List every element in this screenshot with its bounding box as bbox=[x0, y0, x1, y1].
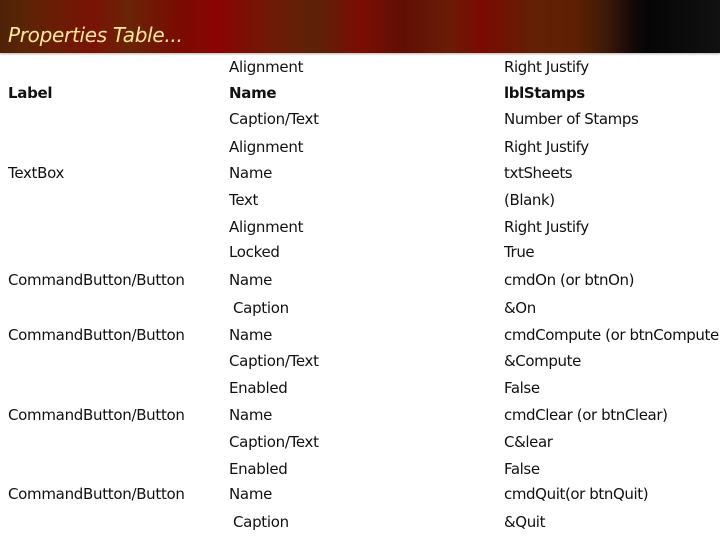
control-cell: TextBox bbox=[8, 164, 65, 182]
table-row: CommandButton/Button Name cmdOn (or btnO… bbox=[0, 268, 720, 292]
control-cell: CommandButton/Button bbox=[8, 326, 185, 344]
property-cell: Alignment bbox=[229, 138, 304, 156]
setting-cell: &Compute bbox=[504, 352, 581, 370]
setting-cell: (Blank) bbox=[504, 191, 555, 209]
setting-cell: &On bbox=[504, 299, 536, 317]
table-row: Caption/Text Number of Stamps bbox=[0, 107, 720, 131]
table-row: Alignment Right Justify bbox=[0, 135, 720, 159]
setting-cell: Right Justify bbox=[504, 58, 589, 76]
table-row: Caption &Quit bbox=[0, 510, 720, 534]
table-row: Caption/Text C&lear bbox=[0, 430, 720, 454]
table-row: Caption &On bbox=[0, 296, 720, 320]
table-row: Locked True bbox=[0, 240, 720, 264]
property-cell: Name bbox=[229, 164, 273, 182]
setting-cell: cmdQuit(or btnQuit) bbox=[504, 485, 649, 503]
table-row: Label Name lblStamps bbox=[0, 81, 720, 105]
property-cell: Alignment bbox=[229, 58, 304, 76]
property-cell: Enabled bbox=[229, 460, 288, 478]
setting-cell: False bbox=[504, 379, 540, 397]
setting-cell: True bbox=[504, 243, 535, 261]
table-row: CommandButton/Button Name cmdCompute (or… bbox=[0, 323, 720, 347]
table-row: Text (Blank) bbox=[0, 188, 720, 212]
property-cell: Caption/Text bbox=[229, 110, 319, 128]
table-row: Caption/Text &Compute bbox=[0, 349, 720, 373]
setting-cell: Right Justify bbox=[504, 218, 589, 236]
table-row: TextBox Name txtSheets bbox=[0, 161, 720, 185]
setting-cell: Right Justify bbox=[504, 138, 589, 156]
property-cell: Name bbox=[229, 326, 273, 344]
slide-title: Properties Table... bbox=[8, 23, 183, 47]
property-cell: Caption/Text bbox=[229, 352, 319, 370]
property-cell: Name bbox=[229, 271, 273, 289]
property-cell: Name bbox=[229, 406, 273, 424]
property-cell: Name bbox=[229, 84, 277, 102]
table-row: CommandButton/Button Name cmdQuit(or btn… bbox=[0, 482, 720, 506]
setting-cell: &Quit bbox=[504, 513, 546, 531]
table-row: CommandButton/Button Name cmdClear (or b… bbox=[0, 403, 720, 427]
control-cell: CommandButton/Button bbox=[8, 271, 185, 289]
control-cell: Label bbox=[8, 84, 53, 102]
slide-header: Properties Table... bbox=[0, 0, 720, 53]
property-cell: Caption bbox=[233, 513, 289, 531]
property-cell: Locked bbox=[229, 243, 280, 261]
setting-cell: txtSheets bbox=[504, 164, 573, 182]
setting-cell: lblStamps bbox=[504, 84, 585, 102]
setting-cell: False bbox=[504, 460, 540, 478]
property-cell: Alignment bbox=[229, 218, 304, 236]
property-cell: Caption bbox=[233, 299, 289, 317]
setting-cell: Number of Stamps bbox=[504, 110, 639, 128]
setting-cell: cmdClear (or btnClear) bbox=[504, 406, 668, 424]
setting-cell: C&lear bbox=[504, 433, 553, 451]
property-cell: Caption/Text bbox=[229, 433, 319, 451]
setting-cell: cmdCompute (or btnCompute) bbox=[504, 326, 720, 344]
control-cell: CommandButton/Button bbox=[8, 406, 185, 424]
table-row: Alignment Right Justify bbox=[0, 55, 720, 79]
property-cell: Enabled bbox=[229, 379, 288, 397]
setting-cell: cmdOn (or btnOn) bbox=[504, 271, 635, 289]
table-row: Alignment Right Justify bbox=[0, 215, 720, 239]
table-row: Enabled False bbox=[0, 457, 720, 481]
property-cell: Text bbox=[229, 191, 259, 209]
control-cell: CommandButton/Button bbox=[8, 485, 185, 503]
property-cell: Name bbox=[229, 485, 273, 503]
table-row: Enabled False bbox=[0, 376, 720, 400]
